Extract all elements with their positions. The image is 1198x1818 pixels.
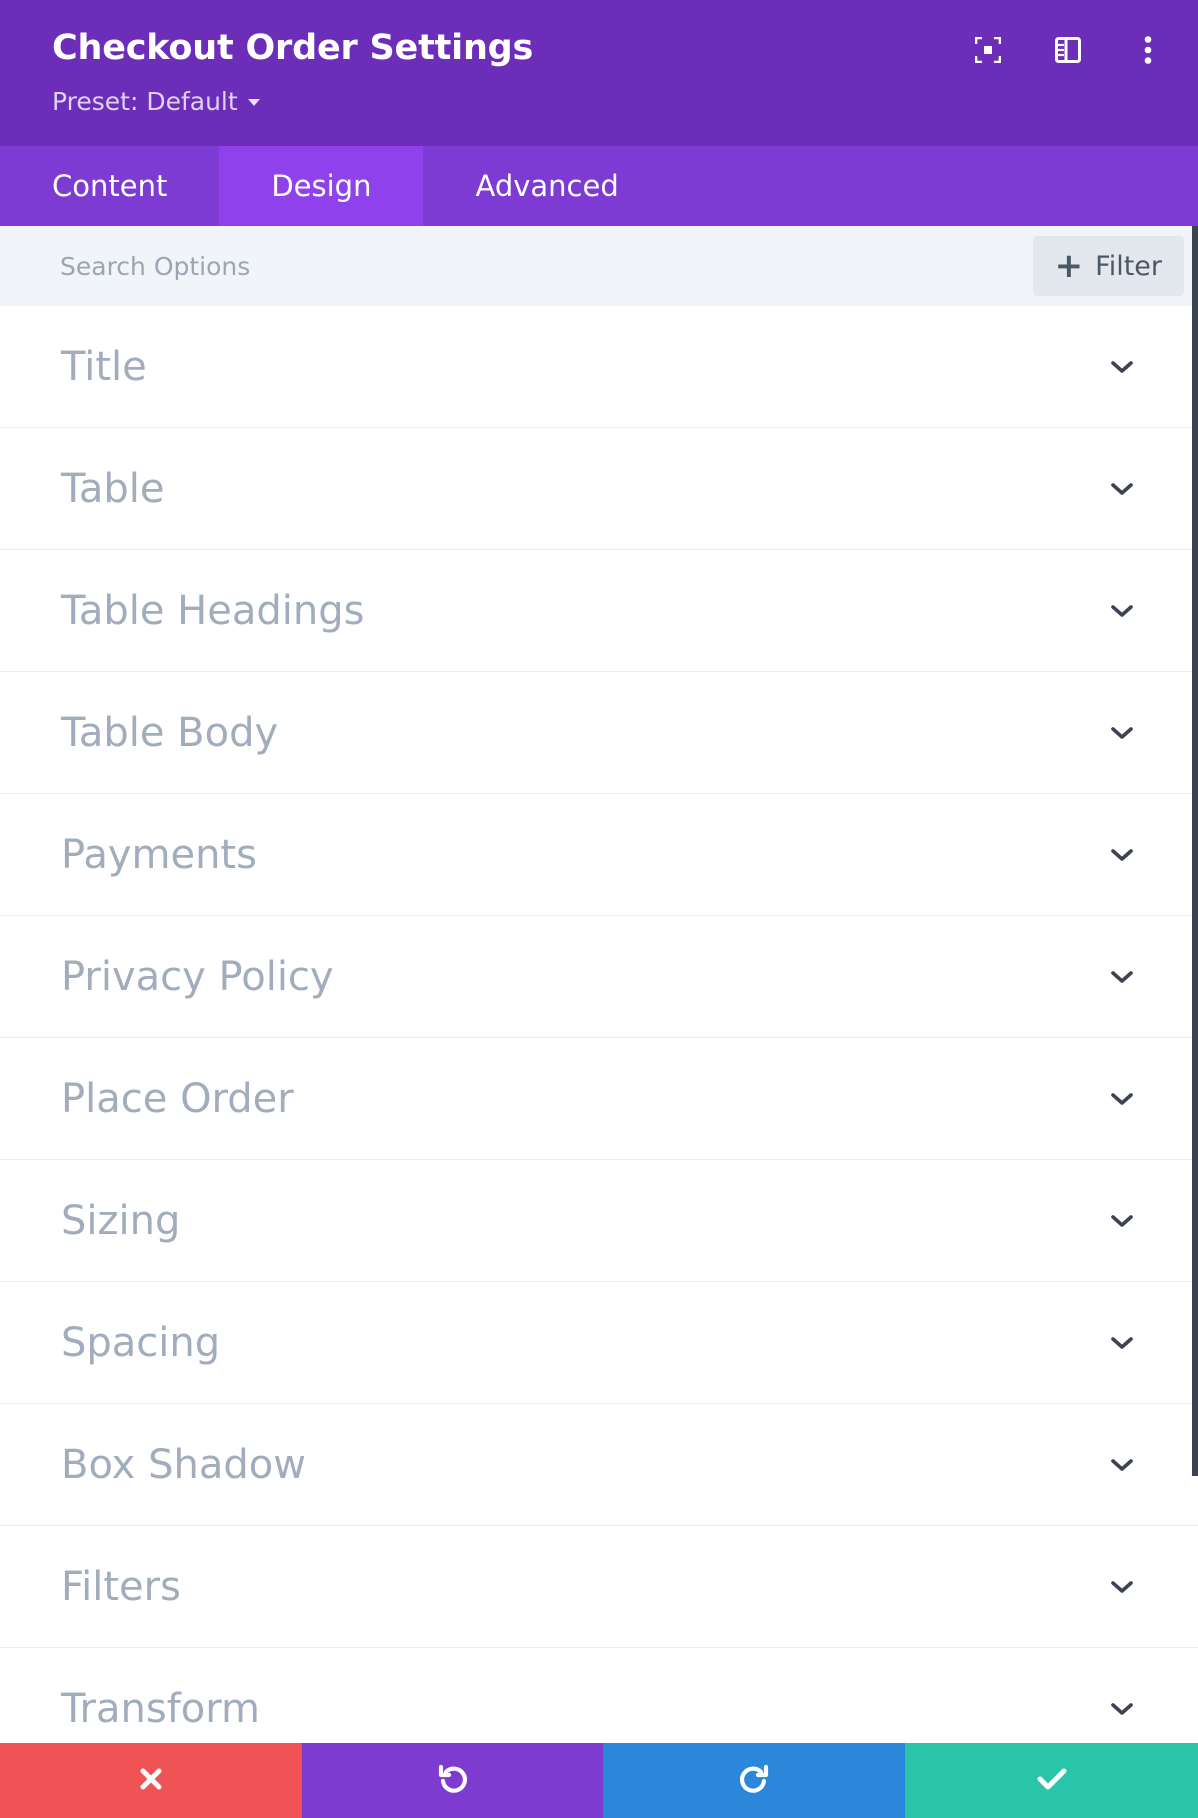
action-bar xyxy=(0,1743,1198,1818)
filter-button[interactable]: + Filter xyxy=(1032,236,1184,296)
section-label: Box Shadow xyxy=(61,1442,306,1488)
section-transform[interactable]: Transform xyxy=(0,1648,1198,1743)
close-icon xyxy=(139,1767,163,1795)
section-box-shadow[interactable]: Box Shadow xyxy=(0,1404,1198,1526)
filter-button-label: Filter xyxy=(1095,250,1162,282)
section-place-order[interactable]: Place Order xyxy=(0,1038,1198,1160)
section-label: Sizing xyxy=(61,1198,181,1244)
settings-section-list: Title Table Table Headings Table Body Pa… xyxy=(0,306,1198,1743)
tab-bar: Content Design Advanced xyxy=(0,146,1198,226)
caret-down-icon xyxy=(247,99,260,106)
chevron-down-icon xyxy=(1108,1452,1136,1478)
redo-button[interactable] xyxy=(603,1743,905,1818)
undo-icon xyxy=(437,1763,469,1799)
modal-header: Checkout Order Settings Preset: Default xyxy=(0,0,1198,146)
modal-title: Checkout Order Settings xyxy=(52,28,534,68)
chevron-down-icon xyxy=(1108,1330,1136,1356)
save-button[interactable] xyxy=(905,1743,1198,1818)
discard-button[interactable] xyxy=(0,1743,302,1818)
fullscreen-icon[interactable] xyxy=(964,26,1012,74)
section-label: Table xyxy=(61,466,165,512)
header-toolbar xyxy=(932,26,1198,74)
section-privacy-policy[interactable]: Privacy Policy xyxy=(0,916,1198,1038)
section-label: Transform xyxy=(61,1686,260,1732)
chevron-down-icon xyxy=(1108,1696,1136,1722)
section-label: Place Order xyxy=(61,1076,294,1122)
more-vertical-icon[interactable] xyxy=(1124,26,1172,74)
chevron-down-icon xyxy=(1108,354,1136,380)
chevron-down-icon xyxy=(1108,476,1136,502)
chevron-down-icon xyxy=(1108,1086,1136,1112)
tab-design[interactable]: Design xyxy=(219,146,424,226)
chevron-down-icon xyxy=(1108,1208,1136,1234)
chevron-down-icon xyxy=(1108,842,1136,868)
section-filters[interactable]: Filters xyxy=(0,1526,1198,1648)
section-table[interactable]: Table xyxy=(0,428,1198,550)
section-label: Spacing xyxy=(61,1320,221,1366)
chevron-down-icon xyxy=(1108,720,1136,746)
redo-icon xyxy=(738,1763,770,1799)
section-label: Payments xyxy=(61,832,257,878)
chevron-down-icon xyxy=(1108,598,1136,624)
section-label: Privacy Policy xyxy=(61,954,334,1000)
section-table-body[interactable]: Table Body xyxy=(0,672,1198,794)
search-bar: + Filter xyxy=(0,226,1198,306)
section-label: Title xyxy=(61,344,147,390)
section-sizing[interactable]: Sizing xyxy=(0,1160,1198,1282)
section-payments[interactable]: Payments xyxy=(0,794,1198,916)
settings-modal: Checkout Order Settings Preset: Default xyxy=(0,0,1198,1818)
search-input[interactable] xyxy=(46,236,1026,296)
section-label: Filters xyxy=(61,1564,181,1610)
undo-button[interactable] xyxy=(302,1743,603,1818)
chevron-down-icon xyxy=(1108,1574,1136,1600)
section-table-headings[interactable]: Table Headings xyxy=(0,550,1198,672)
plus-icon: + xyxy=(1054,246,1084,286)
section-spacing[interactable]: Spacing xyxy=(0,1282,1198,1404)
preset-selector[interactable]: Preset: Default xyxy=(52,86,260,116)
chevron-down-icon xyxy=(1108,964,1136,990)
tab-content[interactable]: Content xyxy=(0,146,219,226)
tab-advanced[interactable]: Advanced xyxy=(423,146,670,226)
section-label: Table Headings xyxy=(61,588,365,634)
check-icon xyxy=(1037,1767,1067,1795)
scrollbar[interactable] xyxy=(1192,226,1198,1476)
sidebar-layout-icon[interactable] xyxy=(1044,26,1092,74)
section-label: Table Body xyxy=(61,710,279,756)
preset-label: Preset: Default xyxy=(52,86,238,116)
section-title[interactable]: Title xyxy=(0,306,1198,428)
